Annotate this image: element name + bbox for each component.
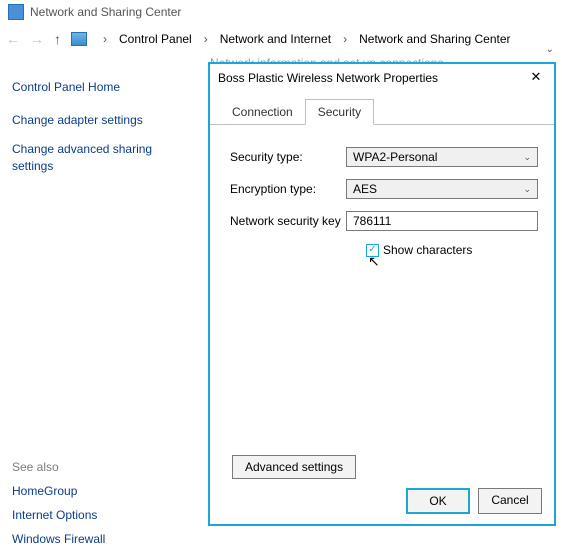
- network-key-value: 786111: [353, 214, 391, 228]
- breadcrumb-sharing-center[interactable]: Network and Sharing Center: [359, 32, 510, 46]
- change-adapter-link[interactable]: Change adapter settings: [12, 112, 193, 129]
- encryption-type-value: AES: [353, 182, 377, 196]
- chevron-down-icon: ⌄: [523, 184, 531, 195]
- network-key-row: Network security key 786111: [230, 211, 538, 231]
- chevron-right-icon: ›: [204, 32, 208, 46]
- see-also-section: See also HomeGroup Internet Options Wind…: [12, 460, 105, 556]
- window-title: Network and Sharing Center: [30, 5, 181, 19]
- advanced-settings-button[interactable]: Advanced settings: [232, 455, 356, 479]
- change-advanced-sharing-link[interactable]: Change advanced sharing settings: [12, 141, 193, 175]
- up-arrow-icon[interactable]: ↑: [54, 31, 61, 47]
- tab-strip: Connection Security: [210, 92, 554, 125]
- window-titlebar: Network and Sharing Center: [0, 0, 562, 24]
- tab-connection[interactable]: Connection: [220, 100, 305, 124]
- dialog-title: Boss Plastic Wireless Network Properties: [218, 71, 438, 85]
- chevron-right-icon: ›: [103, 32, 107, 46]
- internet-options-link[interactable]: Internet Options: [12, 508, 105, 522]
- navigation-bar: ← → ↑ › Control Panel › Network and Inte…: [0, 24, 562, 54]
- advanced-settings-area: Advanced settings: [232, 460, 356, 474]
- tab-security[interactable]: Security: [305, 99, 374, 125]
- location-icon: [71, 32, 87, 46]
- left-panel: Control Panel Home Change adapter settin…: [0, 72, 205, 194]
- cursor-icon: ↖: [368, 253, 380, 270]
- dialog-body: Security type: WPA2-Personal ⌄ Encryptio…: [210, 125, 554, 267]
- chevron-right-icon: ›: [343, 32, 347, 46]
- security-type-value: WPA2-Personal: [353, 150, 437, 164]
- ok-button[interactable]: OK: [406, 488, 470, 514]
- show-characters-row: ✓ Show characters ↖: [366, 243, 538, 257]
- security-type-select[interactable]: WPA2-Personal ⌄: [346, 147, 538, 167]
- network-key-input[interactable]: 786111: [346, 211, 538, 231]
- show-characters-label: Show characters: [383, 243, 472, 257]
- network-properties-dialog: Boss Plastic Wireless Network Properties…: [208, 62, 556, 526]
- cancel-button[interactable]: Cancel: [478, 488, 542, 514]
- homegroup-link[interactable]: HomeGroup: [12, 484, 105, 498]
- close-icon[interactable]: ✕: [526, 68, 546, 88]
- forward-arrow-icon[interactable]: →: [30, 31, 44, 47]
- chevron-down-icon: ⌄: [523, 152, 531, 163]
- encryption-type-label: Encryption type:: [230, 182, 346, 196]
- dialog-footer: OK Cancel: [406, 488, 542, 514]
- security-type-label: Security type:: [230, 150, 346, 164]
- control-panel-home-link[interactable]: Control Panel Home: [12, 80, 193, 94]
- control-panel-icon: [8, 4, 24, 20]
- network-key-label: Network security key: [230, 214, 346, 228]
- security-type-row: Security type: WPA2-Personal ⌄: [230, 147, 538, 167]
- encryption-type-select[interactable]: AES ⌄: [346, 179, 538, 199]
- breadcrumb-control-panel[interactable]: Control Panel: [119, 32, 192, 46]
- windows-firewall-link[interactable]: Windows Firewall: [12, 532, 105, 546]
- encryption-type-row: Encryption type: AES ⌄: [230, 179, 538, 199]
- dialog-titlebar: Boss Plastic Wireless Network Properties…: [210, 64, 554, 92]
- breadcrumb-network-internet[interactable]: Network and Internet: [220, 32, 331, 46]
- see-also-header: See also: [12, 460, 105, 474]
- back-arrow-icon[interactable]: ←: [6, 31, 20, 47]
